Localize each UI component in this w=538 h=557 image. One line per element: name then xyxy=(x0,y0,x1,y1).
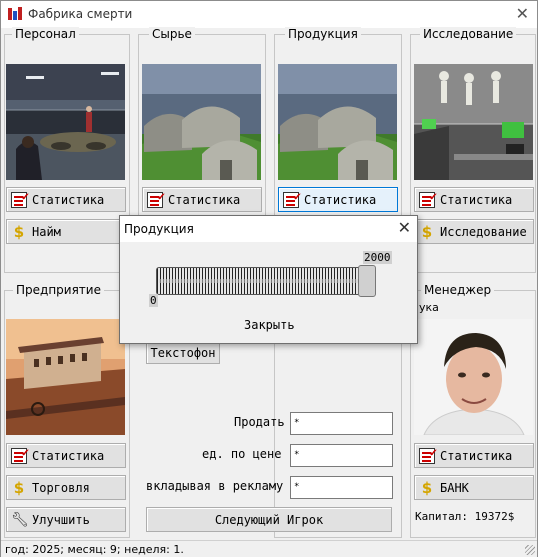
dollar-icon: $ xyxy=(13,222,25,241)
price-input[interactable]: * xyxy=(290,444,393,467)
status-bar: год: 2025; месяц: 9; неделя: 1. xyxy=(1,540,537,557)
statistics-icon xyxy=(283,189,301,208)
bank-button[interactable]: $ БАНК xyxy=(414,475,534,500)
improve-label: Улучшить xyxy=(32,512,90,527)
statistics-icon xyxy=(419,189,437,208)
personnel-image xyxy=(6,64,125,180)
research-image xyxy=(414,64,533,180)
production-image xyxy=(278,64,397,180)
status-text: год: 2025; месяц: 9; неделя: 1. xyxy=(5,543,184,556)
price-label: ед. по цене xyxy=(202,447,282,461)
slider-max-value: 2000 xyxy=(363,251,392,264)
dollar-icon: $ xyxy=(421,478,433,497)
research-statistics-button[interactable]: Статистика xyxy=(414,187,534,212)
research-button[interactable]: $ Исследование xyxy=(414,219,534,244)
improve-button[interactable]: 🔧︎ Улучшить xyxy=(6,507,126,532)
ads-label: вкладывая в рекламу xyxy=(146,479,284,493)
hire-button[interactable]: $ Найм xyxy=(6,219,126,244)
manager-statistics-button[interactable]: Статистика xyxy=(414,443,534,468)
ads-input[interactable]: * xyxy=(290,476,393,499)
group-research-label: Исследование xyxy=(420,27,517,41)
next-player-label: Следующий Игрок xyxy=(214,512,324,527)
close-icon[interactable]: ✕ xyxy=(516,4,529,23)
enterprise-statistics-label: Статистика xyxy=(32,448,105,463)
dollar-icon: $ xyxy=(13,478,25,497)
sell-input[interactable]: * xyxy=(290,412,393,435)
bank-label: БАНК xyxy=(440,480,469,495)
manager-statistics-label: Статистика xyxy=(440,448,513,463)
enterprise-image xyxy=(6,319,125,435)
research-statistics-label: Статистика xyxy=(440,192,513,207)
main-window: Фабрика смерти ✕ Персонал Статистика $ Н… xyxy=(0,0,538,557)
dialog-close-button[interactable]: Закрыть xyxy=(244,318,295,332)
dialog-title: Продукция xyxy=(124,222,194,236)
next-player-button[interactable]: Следующий Игрок xyxy=(146,507,392,532)
statistics-icon xyxy=(147,189,165,208)
group-raw-label: Сырье xyxy=(149,27,195,41)
title-bar: Фабрика смерти ✕ xyxy=(1,1,537,28)
wrench-icon: 🔧︎ xyxy=(11,511,29,528)
manager-portrait xyxy=(414,319,533,435)
manager-partial-text: ука xyxy=(419,301,439,314)
app-icon xyxy=(7,6,23,22)
raw-statistics-button[interactable]: Статистика xyxy=(142,187,262,212)
hire-label: Найм xyxy=(32,224,61,239)
window-title: Фабрика смерти xyxy=(28,7,133,21)
production-statistics-label: Статистика xyxy=(304,192,377,207)
trade-label: Торговля xyxy=(32,480,90,495)
dialog-title-bar: Продукция ✕ xyxy=(120,216,417,242)
production-dialog: Продукция ✕ 2000 0 Закрыть xyxy=(119,215,418,344)
statistics-icon xyxy=(11,445,29,464)
group-personnel-label: Персонал xyxy=(12,27,79,41)
resize-grip-icon[interactable] xyxy=(525,545,535,555)
personnel-statistics-label: Статистика xyxy=(32,192,105,207)
group-enterprise-label: Предприятие xyxy=(13,283,104,297)
slider-min-value: 0 xyxy=(149,294,158,307)
trade-button[interactable]: $ Торговля xyxy=(6,475,126,500)
textophone-label: Текстофон xyxy=(150,345,216,360)
textophone-button[interactable]: Текстофон xyxy=(146,341,220,364)
group-manager-label: Менеджер xyxy=(421,283,495,297)
capital-text: Капитал: 19372$ xyxy=(415,510,515,523)
raw-image xyxy=(142,64,261,180)
statistics-icon xyxy=(11,189,29,208)
production-statistics-button[interactable]: Статистика xyxy=(278,187,398,212)
group-production-label: Продукция xyxy=(285,27,361,41)
dialog-close-icon[interactable]: ✕ xyxy=(398,218,411,237)
statistics-icon xyxy=(419,445,437,464)
quantity-slider-thumb[interactable] xyxy=(358,265,376,297)
dollar-icon: $ xyxy=(421,222,433,241)
quantity-slider-track[interactable] xyxy=(156,267,374,295)
raw-statistics-label: Статистика xyxy=(168,192,241,207)
personnel-statistics-button[interactable]: Статистика xyxy=(6,187,126,212)
research-label: Исследование xyxy=(440,224,527,239)
sell-label: Продать xyxy=(234,415,285,429)
enterprise-statistics-button[interactable]: Статистика xyxy=(6,443,126,468)
